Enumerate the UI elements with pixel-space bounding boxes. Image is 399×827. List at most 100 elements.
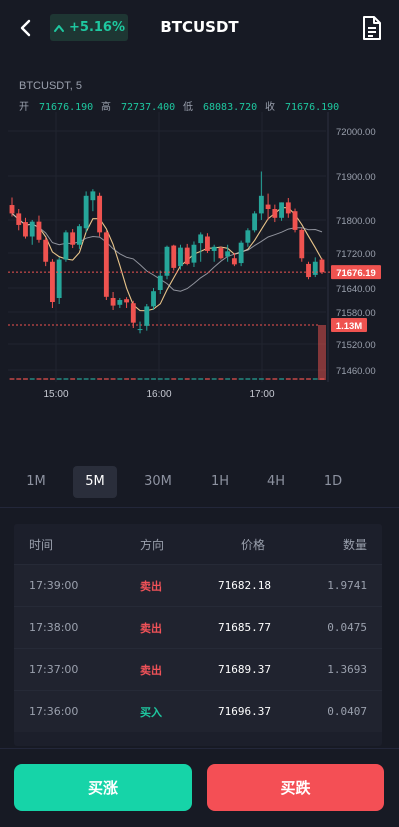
y-tick-label: 71580.00 (336, 308, 376, 319)
volume-tick (265, 378, 271, 380)
volume-tick (76, 378, 82, 380)
candle-body (245, 230, 251, 243)
volume-tick (29, 378, 35, 380)
volume-tick (23, 378, 28, 380)
low-label: 低 (183, 100, 193, 113)
candle-body (252, 213, 258, 231)
x-tick-label: 17:00 (249, 389, 274, 400)
volume-tick (205, 378, 210, 380)
table-row: 17:37:00 卖出 71689.37 1.3693 (14, 648, 382, 690)
tab-30m[interactable]: 30M (134, 466, 182, 498)
row-price: 71689.37 (218, 663, 271, 676)
tab-5m[interactable]: 5M (73, 466, 117, 498)
volume-tick (191, 378, 197, 380)
buy-up-button[interactable]: 买涨 (14, 764, 192, 811)
buy-down-button[interactable]: 买跌 (207, 764, 384, 811)
candle-body (238, 242, 244, 264)
row-volume: 0.0475 (327, 621, 367, 634)
volume-tick (258, 378, 264, 380)
volume-tick (151, 378, 156, 380)
high-value: 72737.400 (121, 102, 175, 113)
volume-tick (110, 378, 116, 380)
pair-title: BTCUSDT (160, 18, 239, 36)
candle-body (285, 202, 291, 214)
document-icon[interactable] (360, 15, 384, 41)
volume-tick (225, 378, 231, 380)
table-row: 17:39:00 卖出 71682.18 1.9741 (14, 564, 382, 606)
tab-1d[interactable]: 1D (311, 466, 355, 498)
volume-tick (90, 378, 96, 380)
volume-tick (117, 378, 123, 380)
volume-tick (285, 378, 291, 380)
row-time: 17:36:00 (29, 705, 79, 718)
candle-body (157, 275, 163, 290)
tab-1m[interactable]: 1M (14, 466, 58, 498)
table-row: 17:38:00 卖出 71685.77 0.0475 (14, 606, 382, 648)
candle-body (265, 204, 271, 209)
row-side: 买入 (140, 705, 162, 719)
volume-tick (198, 378, 204, 380)
header-side: 方向 (140, 537, 165, 552)
candle-body (312, 261, 318, 275)
volume-tick (279, 378, 284, 380)
row-volume: 1.9741 (327, 579, 367, 592)
candle-body (56, 259, 62, 298)
row-volume: 0.0407 (327, 705, 367, 718)
y-tick-label: 71720.00 (336, 249, 376, 260)
candle-body (137, 329, 143, 331)
candle-body (117, 300, 123, 305)
volume-tick (103, 378, 109, 380)
chart-symbol-interval: BTCUSDT, 5 (19, 80, 82, 92)
candle-body (90, 191, 96, 201)
candle-body (218, 248, 224, 259)
volume-tick (50, 378, 55, 380)
volume-tick (238, 378, 244, 380)
candle-body (50, 261, 55, 302)
candle-body (63, 232, 69, 260)
row-volume: 1.3693 (327, 663, 367, 676)
candle-body (29, 221, 35, 237)
header-volume: 数量 (342, 537, 367, 552)
volume-tick (218, 378, 224, 380)
open-label: 开 (19, 102, 29, 113)
volume-tick (231, 378, 237, 380)
table-row: 17:36:00 买入 71696.37 0.0407 (14, 690, 382, 732)
candlestick-chart[interactable]: BTCUSDT, 5 开 71676.190 高 72737.400 低 680… (0, 70, 399, 410)
tab-1h[interactable]: 1H (198, 466, 242, 498)
candle-body (97, 195, 103, 233)
volume-tick (124, 378, 129, 380)
candle-body (198, 234, 204, 244)
candle-body (191, 244, 197, 263)
volume-bar (318, 325, 326, 380)
volume-tick (178, 378, 183, 380)
candle-body (103, 232, 109, 297)
row-price: 71685.77 (218, 621, 271, 634)
candle-body (130, 303, 136, 323)
volume-tick (157, 378, 163, 380)
candle-body (124, 299, 129, 303)
table-header: 时间 方向 价格 数量 (14, 524, 382, 564)
chart-canvas[interactable]: BTCUSDT, 5 开 71676.190 高 72737.400 低 680… (0, 70, 399, 410)
y-tick-label: 71640.00 (336, 284, 376, 295)
volume-tick (137, 378, 143, 380)
timeframe-tabs: 1M 5M 30M 1H 4H 1D (0, 466, 399, 498)
candle-body (178, 247, 183, 267)
volume-tick (272, 378, 278, 380)
candle-body (306, 263, 311, 278)
candle-body (16, 213, 22, 225)
y-tick-label: 71520.00 (336, 340, 376, 351)
volume-tick (299, 378, 305, 380)
candle-body (9, 205, 15, 214)
close-value: 71676.190 (285, 102, 339, 113)
volume-tick (306, 378, 311, 380)
volume-tick (184, 378, 190, 380)
tab-4h[interactable]: 4H (254, 466, 298, 498)
candle-body (225, 251, 231, 257)
volume-tick (83, 378, 89, 380)
x-tick-label: 15:00 (43, 389, 68, 400)
volume-tick (9, 378, 15, 380)
volume-tick (319, 378, 325, 380)
volume-tick (252, 378, 258, 380)
candle-body (319, 259, 325, 273)
high-label: 高 (101, 100, 111, 113)
